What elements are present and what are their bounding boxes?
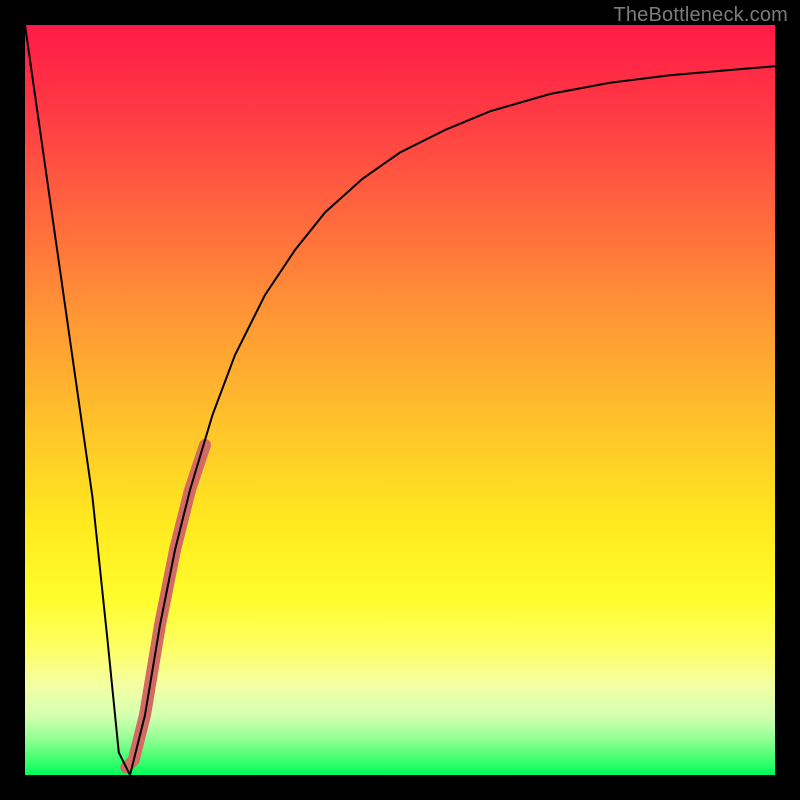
highlight-segment (126, 445, 205, 768)
plot-area (25, 25, 775, 775)
watermark-text: TheBottleneck.com (613, 4, 788, 27)
chart-frame: TheBottleneck.com (0, 0, 800, 800)
curve-layer (25, 25, 775, 775)
bottleneck-curve (25, 25, 775, 775)
